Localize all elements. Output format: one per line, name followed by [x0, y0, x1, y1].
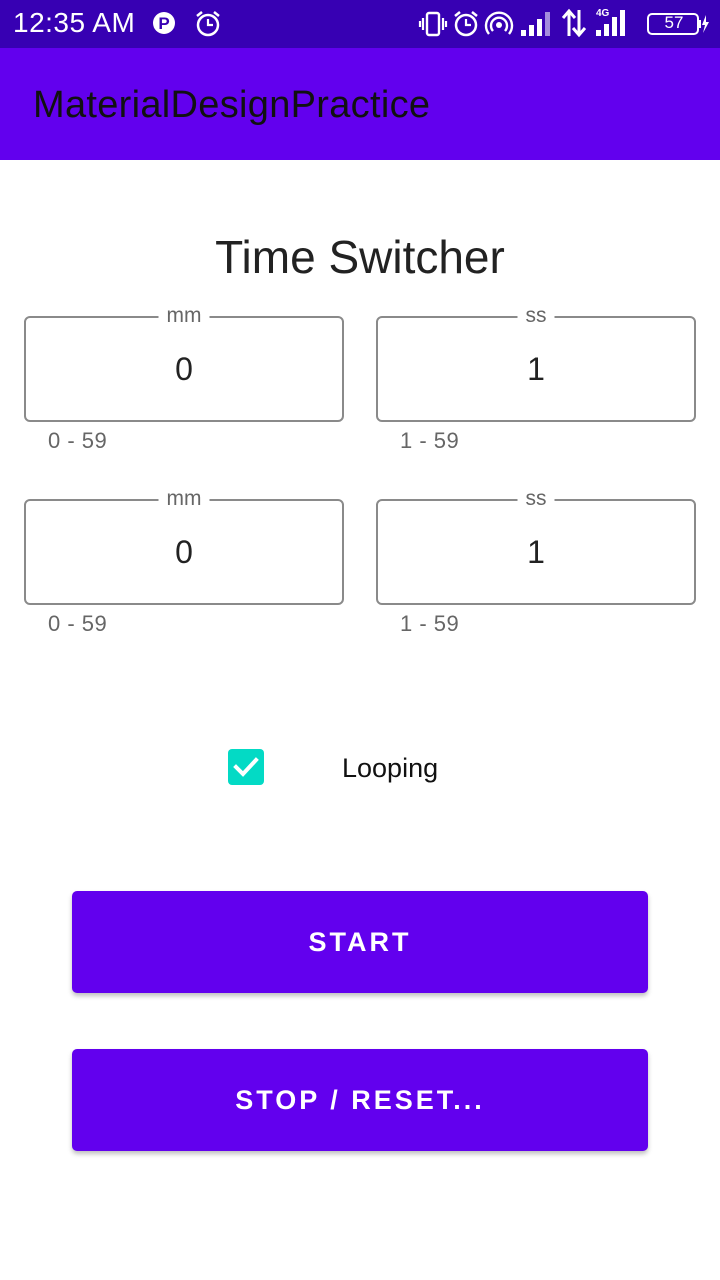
timer1-minutes-field[interactable]: mm — [24, 304, 344, 422]
battery-level: 57 — [664, 13, 684, 32]
timer2-minutes-helper: 0 - 59 — [48, 611, 108, 636]
timer2-minutes-field[interactable]: mm — [24, 487, 344, 605]
timer1-seconds-helper: 1 - 59 — [400, 428, 460, 453]
timer1-seconds-input[interactable] — [378, 318, 694, 420]
timer2-seconds-input[interactable] — [378, 501, 694, 603]
status-time: 12:35 AM — [13, 7, 136, 38]
data-transfer-icon — [561, 8, 587, 38]
timer2-seconds-helper: 1 - 59 — [400, 611, 460, 636]
signal-4g-icon: 4G — [596, 8, 625, 36]
alarm-icon — [454, 11, 478, 37]
timer2-seconds-field[interactable]: ss — [376, 487, 696, 605]
looping-label[interactable]: Looping — [342, 753, 438, 784]
stop-reset-button[interactable]: STOP / RESET... — [72, 1049, 648, 1151]
charging-icon — [702, 15, 709, 33]
hotspot-icon — [484, 11, 514, 35]
timer1-minutes-helper: 0 - 59 — [48, 428, 108, 453]
page-title: Time Switcher — [215, 231, 505, 283]
alarm-icon — [196, 11, 220, 37]
timer2-minutes-input[interactable] — [26, 501, 342, 603]
looping-checkbox[interactable] — [228, 749, 264, 785]
start-button[interactable]: START — [72, 891, 648, 993]
network-type-label: 4G — [596, 8, 610, 19]
timer1-minutes-input[interactable] — [26, 318, 342, 420]
status-bar: 12:35 AM P 4G 57 — [0, 0, 720, 48]
app-title: MaterialDesignPractice — [33, 84, 431, 126]
signal-icon — [521, 12, 550, 36]
svg-text:P: P — [158, 14, 169, 33]
checkmark-icon — [233, 757, 259, 777]
app-bar: MaterialDesignPractice — [0, 48, 720, 160]
parking-icon: P — [153, 12, 175, 34]
vibrate-icon — [418, 11, 448, 37]
timer1-seconds-field[interactable]: ss — [376, 304, 696, 422]
